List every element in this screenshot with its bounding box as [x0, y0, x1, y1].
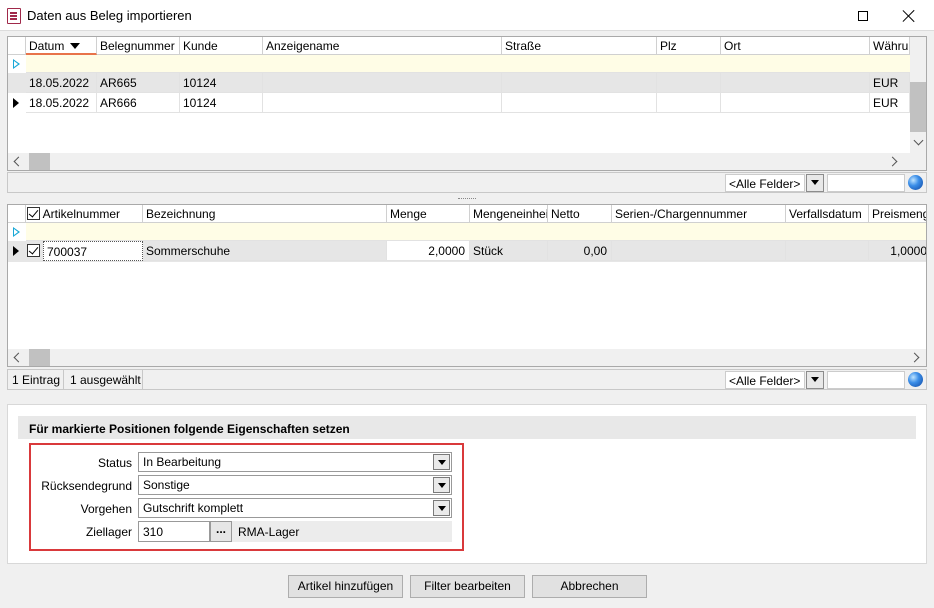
- current-row-indicator-icon: [13, 246, 19, 256]
- column-header-anzeigename[interactable]: Anzeigename: [263, 37, 502, 55]
- column-header-datum[interactable]: Datum: [26, 37, 97, 55]
- warehouse-input[interactable]: 310: [138, 521, 210, 542]
- scroll-thumb[interactable]: [29, 153, 50, 170]
- title-bar: Daten aus Beleg importieren: [0, 0, 934, 31]
- column-header-mengeneinheit[interactable]: Mengeneinheit: [470, 205, 548, 223]
- bottom-search-input[interactable]: [827, 371, 905, 389]
- chevron-down-icon[interactable]: [433, 454, 450, 470]
- splitter-handle[interactable]: [458, 198, 476, 200]
- select-all-checkbox[interactable]: [27, 207, 40, 220]
- add-article-button[interactable]: Artikel hinzufügen: [288, 575, 403, 598]
- column-header-belegnummer[interactable]: Belegnummer: [97, 37, 180, 55]
- reason-select[interactable]: Sonstige: [138, 475, 452, 495]
- column-header-artikelnummer[interactable]: Artikelnummer: [26, 205, 143, 223]
- globe-search-icon[interactable]: [908, 175, 923, 190]
- filter-row[interactable]: [26, 223, 926, 241]
- column-header-kunde[interactable]: Kunde: [180, 37, 263, 55]
- top-search-input[interactable]: [827, 174, 905, 192]
- top-field-filter-select[interactable]: <Alle Felder>: [725, 174, 805, 192]
- action-select[interactable]: Gutschrift komplett: [138, 498, 452, 518]
- column-header-bezeichnung[interactable]: Bezeichnung: [143, 205, 387, 223]
- close-button[interactable]: [886, 0, 932, 31]
- column-header-verfallsdatum[interactable]: Verfallsdatum: [786, 205, 869, 223]
- document-grid[interactable]: Datum Belegnummer Kunde Anzeigename Stra…: [7, 36, 927, 171]
- column-header-preismenge[interactable]: Preismenge: [869, 205, 926, 223]
- scroll-right-icon[interactable]: [886, 153, 903, 170]
- action-label: Vorgehen: [80, 502, 132, 516]
- chevron-down-icon[interactable]: [433, 500, 450, 516]
- cancel-button[interactable]: Abbrechen: [532, 575, 647, 598]
- sort-descending-icon: [70, 43, 81, 49]
- warehouse-browse-button[interactable]: ...: [210, 521, 232, 542]
- properties-panel: Für markierte Positionen folgende Eigens…: [7, 404, 927, 564]
- row-indicator-header: [8, 205, 26, 223]
- table-row[interactable]: 18.05.2022 AR665 10124 EUR: [8, 73, 910, 93]
- edit-filter-button[interactable]: Filter bearbeiten: [410, 575, 525, 598]
- globe-search-icon[interactable]: [908, 372, 923, 387]
- maximize-button[interactable]: [840, 0, 886, 31]
- column-header-menge[interactable]: Menge: [387, 205, 470, 223]
- scroll-down-icon[interactable]: [910, 134, 926, 151]
- row-checkbox[interactable]: [27, 244, 40, 257]
- chevron-down-icon[interactable]: [433, 477, 450, 493]
- row-indicator-header: [8, 37, 26, 55]
- position-grid[interactable]: Artikelnummer Bezeichnung Menge Mengenei…: [7, 204, 927, 367]
- scroll-right-icon[interactable]: [908, 349, 925, 366]
- warehouse-name: RMA-Lager: [238, 525, 300, 539]
- column-header-ort[interactable]: Ort: [721, 37, 870, 55]
- column-header-serien-chargennummer[interactable]: Serien-/Chargennummer: [612, 205, 786, 223]
- status-selected-count: 1 ausgewählt: [65, 369, 143, 390]
- reason-label: Rücksendegrund: [41, 479, 132, 493]
- scroll-thumb[interactable]: [29, 349, 50, 366]
- column-header-strasse[interactable]: Straße: [502, 37, 657, 55]
- properties-header: Für markierte Positionen folgende Eigens…: [18, 416, 916, 439]
- warehouse-label: Ziellager: [85, 525, 132, 539]
- status-select[interactable]: In Bearbeitung: [138, 452, 452, 472]
- chevron-down-icon[interactable]: [806, 174, 824, 192]
- column-header-plz[interactable]: Plz: [657, 37, 721, 55]
- horizontal-scrollbar[interactable]: [8, 153, 926, 170]
- app-icon: [7, 8, 21, 24]
- window-title: Daten aus Beleg importieren: [27, 8, 192, 23]
- table-row[interactable]: 700037 Sommerschuhe 2,0000 Stück 0,00 1,…: [8, 241, 926, 262]
- status-label: Status: [97, 456, 132, 470]
- table-row[interactable]: 18.05.2022 AR666 10124 EUR: [8, 93, 910, 113]
- maximize-icon: [858, 10, 868, 21]
- chevron-down-icon[interactable]: [806, 371, 824, 389]
- scroll-left-icon[interactable]: [8, 349, 25, 366]
- current-row-indicator-icon: [13, 98, 19, 108]
- bottom-field-filter-select[interactable]: <Alle Felder>: [725, 371, 805, 389]
- column-header-waehrung[interactable]: Währu: [870, 37, 910, 55]
- scroll-left-icon[interactable]: [8, 153, 25, 170]
- status-entry-count: 1 Eintrag: [7, 369, 64, 390]
- column-header-netto[interactable]: Netto: [548, 205, 612, 223]
- filter-row-icon: [13, 227, 20, 237]
- horizontal-scrollbar[interactable]: [8, 349, 926, 366]
- filter-row-icon: [13, 59, 20, 69]
- close-icon: [903, 10, 915, 22]
- vertical-scrollbar[interactable]: [910, 37, 926, 153]
- filter-row[interactable]: [26, 55, 910, 73]
- scroll-thumb[interactable]: [910, 82, 926, 132]
